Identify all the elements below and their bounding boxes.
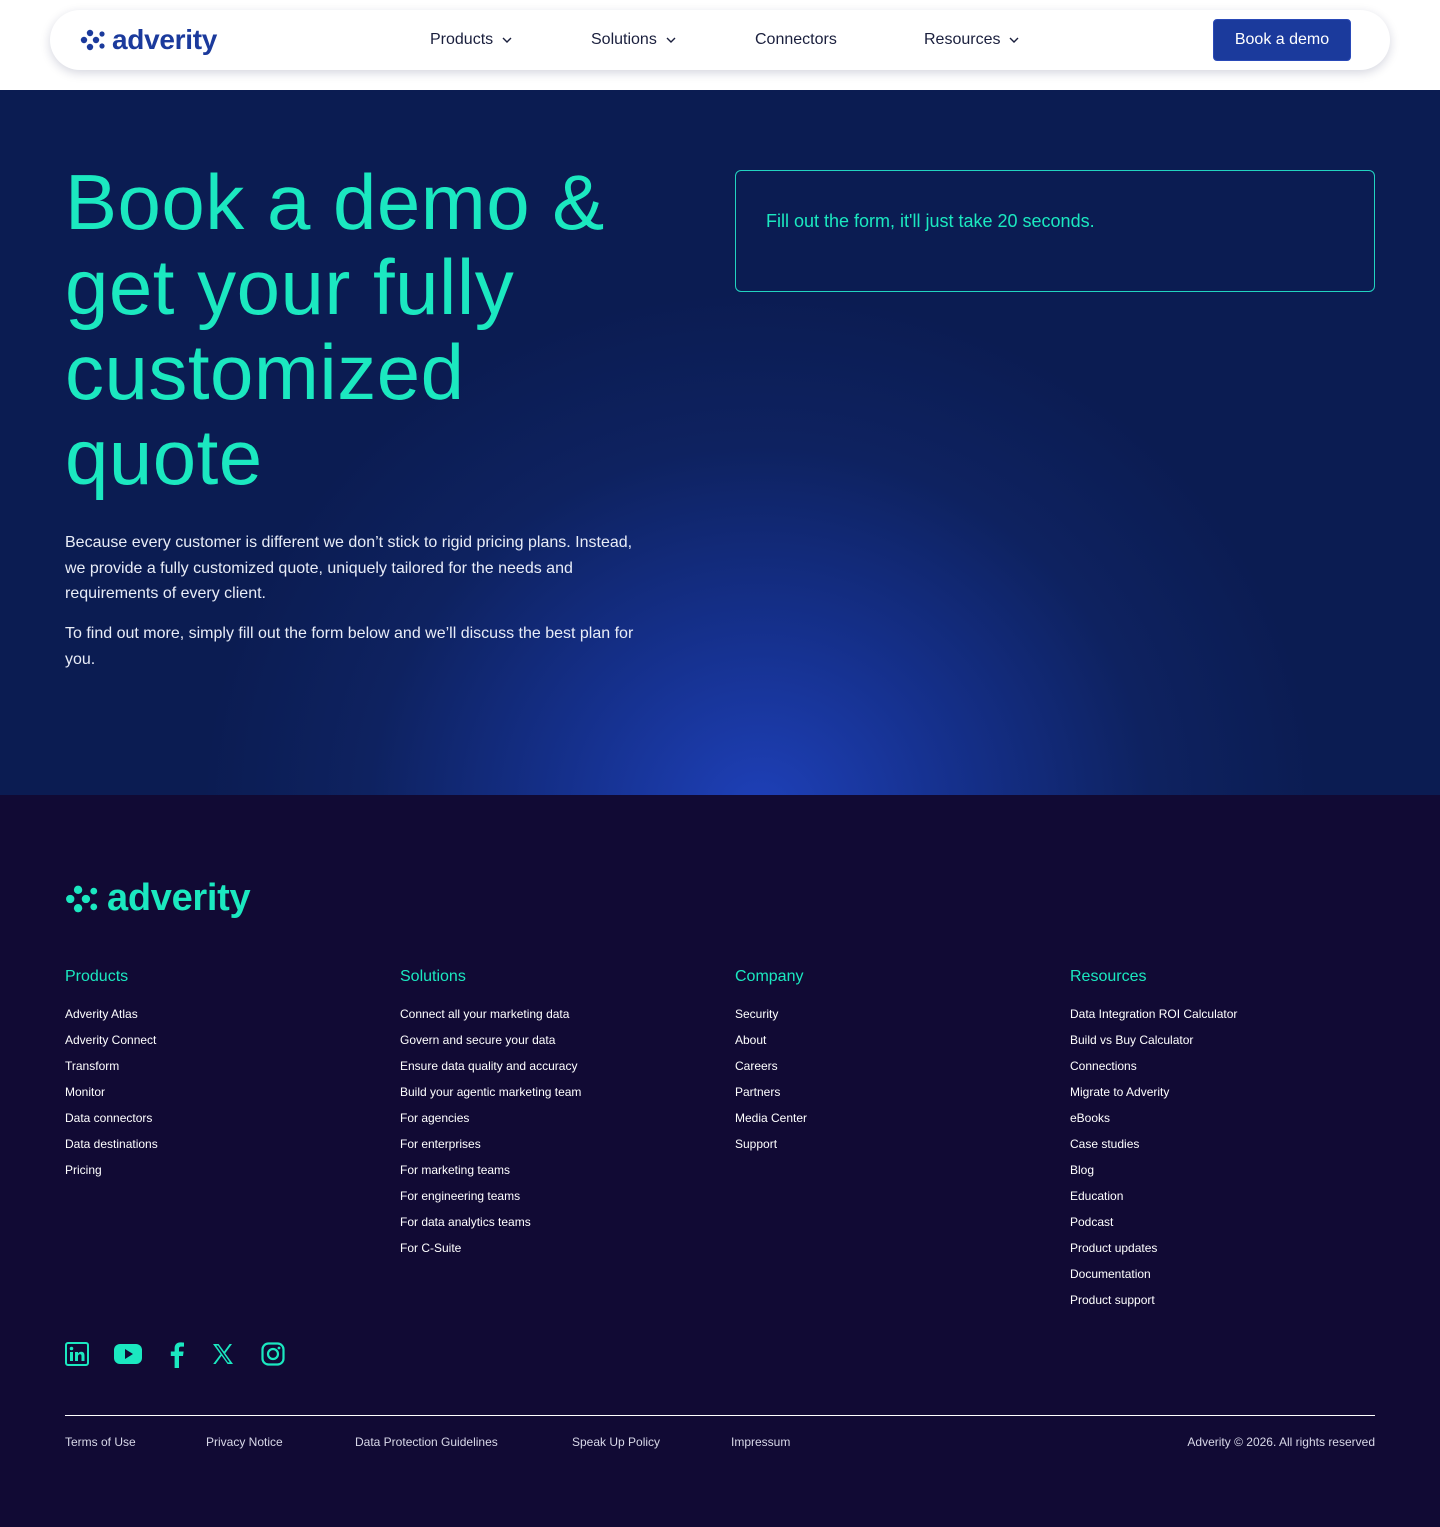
footer-link[interactable]: Documentation bbox=[1070, 1266, 1237, 1292]
nav-item-products[interactable]: Products bbox=[430, 31, 513, 49]
terms-link[interactable]: Terms of Use bbox=[65, 1435, 136, 1449]
footer-column-solutions: Solutions Connect all your marketing dat… bbox=[400, 968, 581, 1266]
footer-link[interactable]: eBooks bbox=[1070, 1110, 1237, 1136]
site-header: adverity Products Solutions Connectors R… bbox=[0, 0, 1440, 90]
speak-up-link[interactable]: Speak Up Policy bbox=[572, 1435, 660, 1449]
footer-link[interactable]: Podcast bbox=[1070, 1214, 1237, 1240]
footer-link[interactable]: Data destinations bbox=[65, 1136, 158, 1162]
hero-title-line: get your fully bbox=[65, 243, 515, 331]
footer-link[interactable]: For enterprises bbox=[400, 1136, 581, 1162]
hero-title-line: customized bbox=[65, 328, 465, 416]
footer-link[interactable]: For agencies bbox=[400, 1110, 581, 1136]
footer-link[interactable]: Connect all your marketing data bbox=[400, 1006, 581, 1032]
hero-title-line: quote bbox=[65, 413, 263, 501]
footer-column-heading: Resources bbox=[1070, 968, 1147, 985]
chevron-down-icon bbox=[666, 37, 676, 43]
form-prompt: Fill out the form, it'll just take 20 se… bbox=[766, 211, 1095, 231]
nav-label: Connectors bbox=[755, 31, 837, 48]
privacy-link[interactable]: Privacy Notice bbox=[206, 1435, 283, 1449]
footer-link[interactable]: Support bbox=[735, 1136, 807, 1162]
footer-link[interactable]: Build your agentic marketing team bbox=[400, 1084, 581, 1110]
demo-form-container: Fill out the form, it'll just take 20 se… bbox=[735, 170, 1375, 292]
footer-link[interactable]: Blog bbox=[1070, 1162, 1237, 1188]
footer-link[interactable]: Govern and secure your data bbox=[400, 1032, 581, 1058]
footer-logo[interactable]: adverity bbox=[65, 877, 251, 920]
footer-link[interactable]: Product updates bbox=[1070, 1240, 1237, 1266]
footer-column-heading: Company bbox=[735, 968, 804, 985]
footer-link[interactable]: Monitor bbox=[65, 1084, 158, 1110]
footer-link-list: Connect all your marketing data Govern an… bbox=[400, 1006, 581, 1266]
hero-section: Book a demo & get your fully customized … bbox=[0, 90, 1440, 795]
copyright-text: Adverity © 2026. All rights reserved bbox=[1187, 1435, 1375, 1449]
site-footer: adverity Products Adverity Atlas Adverity… bbox=[0, 795, 1440, 1527]
footer-link[interactable]: Media Center bbox=[735, 1110, 807, 1136]
footer-link[interactable]: For marketing teams bbox=[400, 1162, 581, 1188]
nav-item-resources[interactable]: Resources bbox=[924, 31, 1020, 49]
linkedin-icon[interactable] bbox=[65, 1342, 89, 1366]
footer-link[interactable]: Ensure data quality and accuracy bbox=[400, 1058, 581, 1084]
footer-link[interactable]: Adverity Connect bbox=[65, 1032, 158, 1058]
logo-text: adverity bbox=[112, 24, 217, 55]
footer-link[interactable]: For engineering teams bbox=[400, 1188, 581, 1214]
hero-paragraph: To find out more, simply fill out the fo… bbox=[65, 625, 634, 668]
youtube-icon[interactable] bbox=[113, 1342, 143, 1366]
instagram-icon[interactable] bbox=[261, 1342, 285, 1366]
nav-label: Products bbox=[430, 31, 494, 48]
footer-column-resources: Resources Data Integration ROI Calculato… bbox=[1070, 968, 1237, 1318]
x-icon[interactable] bbox=[211, 1342, 235, 1366]
footer-link[interactable]: Data Integration ROI Calculator bbox=[1070, 1006, 1237, 1032]
navbar: adverity Products Solutions Connectors R… bbox=[50, 10, 1390, 70]
footer-link[interactable]: Transform bbox=[65, 1058, 158, 1084]
footer-link[interactable]: For C-Suite bbox=[400, 1240, 581, 1266]
logo[interactable]: adverity bbox=[80, 24, 217, 56]
footer-logo-text: adverity bbox=[107, 877, 251, 919]
hero-title: Book a demo & get your fully customized … bbox=[65, 160, 665, 500]
footer-column-heading: Products bbox=[65, 968, 129, 985]
adverity-logo-icon bbox=[80, 29, 105, 51]
hero-paragraph: Because every customer is different we d… bbox=[65, 534, 633, 602]
footer-link[interactable]: Data connectors bbox=[65, 1110, 158, 1136]
footer-link[interactable]: Pricing bbox=[65, 1162, 158, 1188]
footer-link-list: Security About Careers Partners Media Center… bbox=[735, 1006, 807, 1162]
footer-link[interactable]: Education bbox=[1070, 1188, 1237, 1214]
footer-link[interactable]: For data analytics teams bbox=[400, 1214, 581, 1240]
footer-link[interactable]: Migrate to Adverity bbox=[1070, 1084, 1237, 1110]
adverity-logo-icon bbox=[66, 885, 98, 912]
hero-title-line: Book a demo & bbox=[65, 158, 605, 246]
book-demo-button[interactable]: Book a demo bbox=[1213, 19, 1351, 61]
footer-column-company: Company Security About Careers Partners Medi… bbox=[735, 968, 807, 1162]
nav-label: Resources bbox=[924, 31, 1001, 48]
footer-link[interactable]: Build vs Buy Calculator bbox=[1070, 1032, 1237, 1058]
footer-link[interactable]: About bbox=[735, 1032, 807, 1058]
footer-column-heading: Solutions bbox=[400, 968, 466, 985]
footer-link[interactable]: Connections bbox=[1070, 1058, 1237, 1084]
impressum-link[interactable]: Impressum bbox=[731, 1435, 790, 1449]
footer-link[interactable]: Careers bbox=[735, 1058, 807, 1084]
footer-link-list: Data Integration ROI Calculator Build vs … bbox=[1070, 1006, 1237, 1318]
chevron-down-icon bbox=[502, 37, 512, 43]
footer-divider bbox=[65, 1415, 1375, 1416]
data-protection-link[interactable]: Data Protection Guidelines bbox=[355, 1435, 498, 1449]
footer-link[interactable]: Product support bbox=[1070, 1292, 1237, 1318]
footer-link-list: Adverity Atlas Adverity Connect Transform M… bbox=[65, 1006, 158, 1188]
footer-link[interactable]: Partners bbox=[735, 1084, 807, 1110]
nav-label: Solutions bbox=[591, 31, 657, 48]
footer-link[interactable]: Security bbox=[735, 1006, 807, 1032]
footer-link[interactable]: Adverity Atlas bbox=[65, 1006, 158, 1032]
footer-column-products: Products Adverity Atlas Adverity Connect T… bbox=[65, 968, 158, 1188]
facebook-icon[interactable] bbox=[169, 1342, 185, 1368]
nav-item-solutions[interactable]: Solutions bbox=[591, 31, 677, 49]
footer-link[interactable]: Case studies bbox=[1070, 1136, 1237, 1162]
nav-item-connectors[interactable]: Connectors bbox=[755, 31, 837, 49]
chevron-down-icon bbox=[1009, 37, 1019, 43]
